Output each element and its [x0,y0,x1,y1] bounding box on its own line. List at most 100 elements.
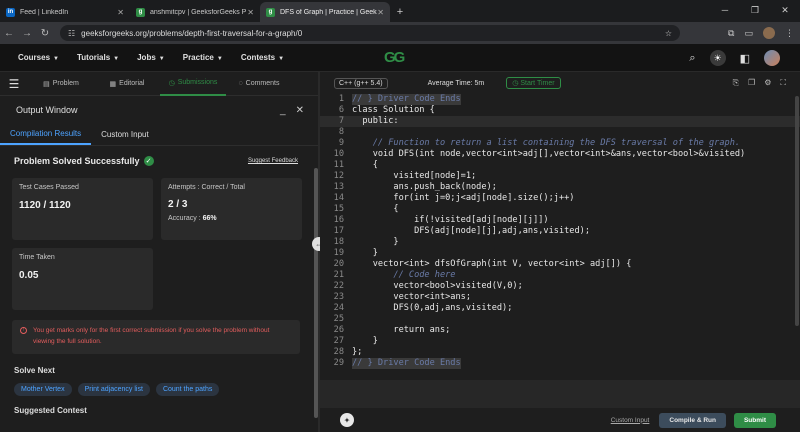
code-line[interactable]: 16 if(!visited[adj[node][j]]) [320,215,800,226]
code-line[interactable]: 28}; [320,347,800,358]
line-text: } [352,336,378,346]
code-line[interactable]: 6 class Solution { [320,105,800,116]
code-line[interactable]: 8 [320,127,800,138]
site-info-icon[interactable]: ☷ [68,29,75,38]
theme-toggle-icon[interactable]: ☀ [709,50,726,66]
fullscreen-icon[interactable]: ⛶ [780,78,786,88]
code-line[interactable]: 18 } [320,237,800,248]
url-text: geeksforgeeks.org/problems/depth-first-t… [81,28,303,38]
code-line[interactable]: 21 // Code here [320,270,800,281]
custom-input-link[interactable]: Custom Input [611,417,650,424]
sidepanel-icon[interactable]: ▭ [744,28,753,39]
test-cases-card: Test Cases Passed 1120 / 1120 [12,178,153,240]
search-icon[interactable]: ⌕ [689,52,695,65]
code-line[interactable]: 19 } [320,248,800,259]
solve-next-chip[interactable]: Print adjacency list [77,383,150,396]
line-number: 26 [333,325,344,335]
reset-icon[interactable]: ⎘ [733,78,739,88]
chevron-down-icon: ▼ [53,56,59,62]
code-line[interactable]: 26 return ans; [320,325,800,336]
status-text: Problem Solved Successfully [14,156,140,166]
code-line[interactable]: 15 { [320,204,800,215]
code-line[interactable]: 25 [320,314,800,325]
code-line[interactable]: 17 DFS(adj[node][j],adj,ans,visited); [320,226,800,237]
close-output-icon[interactable]: ✕ [296,105,304,116]
code-line[interactable]: 11 { [320,160,800,171]
profile-avatar[interactable] [763,27,775,39]
notes-icon[interactable]: ◧ [740,52,750,65]
settings-icon[interactable]: ⚙ [764,78,771,88]
line-text: void DFS(int node,vector<int>adj[],vecto… [352,149,746,159]
line-text: public: [352,116,399,126]
close-window-icon[interactable]: ✕ [770,0,800,20]
time-taken-card: Time Taken 0.05 [12,248,153,310]
minimize-icon[interactable]: ─ [710,0,740,20]
lightbulb-icon[interactable]: ✦ [340,413,354,427]
code-line[interactable]: 24 DFS(0,adj,ans,visited); [320,303,800,314]
close-tab-icon[interactable]: ✕ [377,8,384,17]
suggest-feedback-link[interactable]: Suggest Feedback [248,158,298,164]
tab-comments[interactable]: ◌ Comments [226,72,292,96]
back-icon[interactable]: ← [0,28,18,39]
submit-button[interactable]: Submit [733,412,776,428]
start-timer-button[interactable]: ◷ Start Timer [506,77,561,89]
nav-courses[interactable]: Courses ▼ [18,53,59,62]
note-text: You get marks only for the first correct… [33,327,270,345]
browser-tab-dfs[interactable]: g DFS of Graph | Practice | Geeks ✕ [260,2,390,22]
menu-kebab-icon[interactable]: ⋮ [785,28,794,39]
tab-editorial[interactable]: ▦ Editorial [94,72,160,96]
line-number: 20 [333,259,344,269]
gfg-logo[interactable]: GG [384,49,405,66]
new-tab-button[interactable]: + [390,2,410,22]
nav-practice[interactable]: Practice ▼ [183,53,223,62]
bookmark-star-icon[interactable]: ☆ [665,29,672,38]
nav-tutorials[interactable]: Tutorials ▼ [77,53,119,62]
close-tab-icon[interactable]: ✕ [117,8,124,17]
solve-next-chip[interactable]: Count the paths [155,383,220,396]
minimize-output-icon[interactable]: _ [280,105,286,116]
line-number: 25 [333,314,344,324]
code-line[interactable]: 29 // } Driver Code Ends [320,358,800,369]
tab-submissions[interactable]: ◷ Submissions [160,72,226,96]
editor-scrollbar[interactable] [795,96,799,326]
nav-contests[interactable]: Contests ▼ [241,53,284,62]
code-line[interactable]: 27 } [320,336,800,347]
restore-icon[interactable]: ❐ [740,0,770,20]
close-tab-icon[interactable]: ✕ [247,8,254,17]
nav-jobs[interactable]: Jobs ▼ [137,53,165,62]
url-field[interactable]: ☷ geeksforgeeks.org/problems/depth-first… [60,25,680,41]
linkedin-icon: in [6,7,15,17]
line-text: } [352,237,399,247]
code-line[interactable]: 22 vector<bool>visited(V,0); [320,281,800,292]
line-number: 19 [333,248,344,258]
code-line[interactable]: 12 visited[node]=1; [320,171,800,182]
copy-icon[interactable]: ❐ [748,78,755,88]
code-line[interactable]: 14 for(int j=0;j<adj[node].size();j++) [320,193,800,204]
code-line[interactable]: 7 public: [320,116,800,127]
browser-tab-profile[interactable]: g anshmitcpv | GeeksforGeeks P ✕ [130,2,260,22]
solve-next-chip[interactable]: Mother Vertex [14,383,72,396]
tab-problem[interactable]: ▤ Problem [28,72,94,96]
line-number: 24 [333,303,344,313]
code-line[interactable]: 1 // } Driver Code Ends [320,94,800,105]
user-avatar[interactable] [764,50,780,66]
forward-icon[interactable]: → [18,28,36,39]
code-line[interactable]: 23 vector<int>ans; [320,292,800,303]
hamburger-menu-icon[interactable]: ☰ [0,77,28,91]
code-editor[interactable]: 1// } Driver Code Ends 6 class Solution {7… [320,94,800,380]
problem-tabs: ☰ ▤ Problem ▦ Editorial ◷ Submissions ◌ Comm… [0,72,320,96]
reload-icon[interactable]: ↻ [36,28,54,39]
compile-run-button[interactable]: Compile & Run [659,412,726,428]
code-line[interactable]: 13 ans.push_back(node); [320,182,800,193]
browser-tab-linkedin[interactable]: in Feed | LinkedIn ✕ [0,2,130,22]
tab-custom-input[interactable]: Custom Input [91,124,159,145]
output-content: Problem Solved Successfully ✓ Suggest Fe… [0,146,312,432]
window-controls: ─ ❐ ✕ [710,0,800,20]
line-number: 18 [333,237,344,247]
code-line[interactable]: 9 // Function to return a list containin… [320,138,800,149]
code-line[interactable]: 20 vector<int> dfsOfGraph(int V, vector<… [320,259,800,270]
tab-compilation-results[interactable]: Compilation Results [0,124,92,145]
code-line[interactable]: 10 void DFS(int node,vector<int>adj[],ve… [320,149,800,160]
extensions-icon[interactable]: ⧉ [728,28,734,39]
language-select[interactable]: C++ (g++ 5.4) [334,77,388,89]
